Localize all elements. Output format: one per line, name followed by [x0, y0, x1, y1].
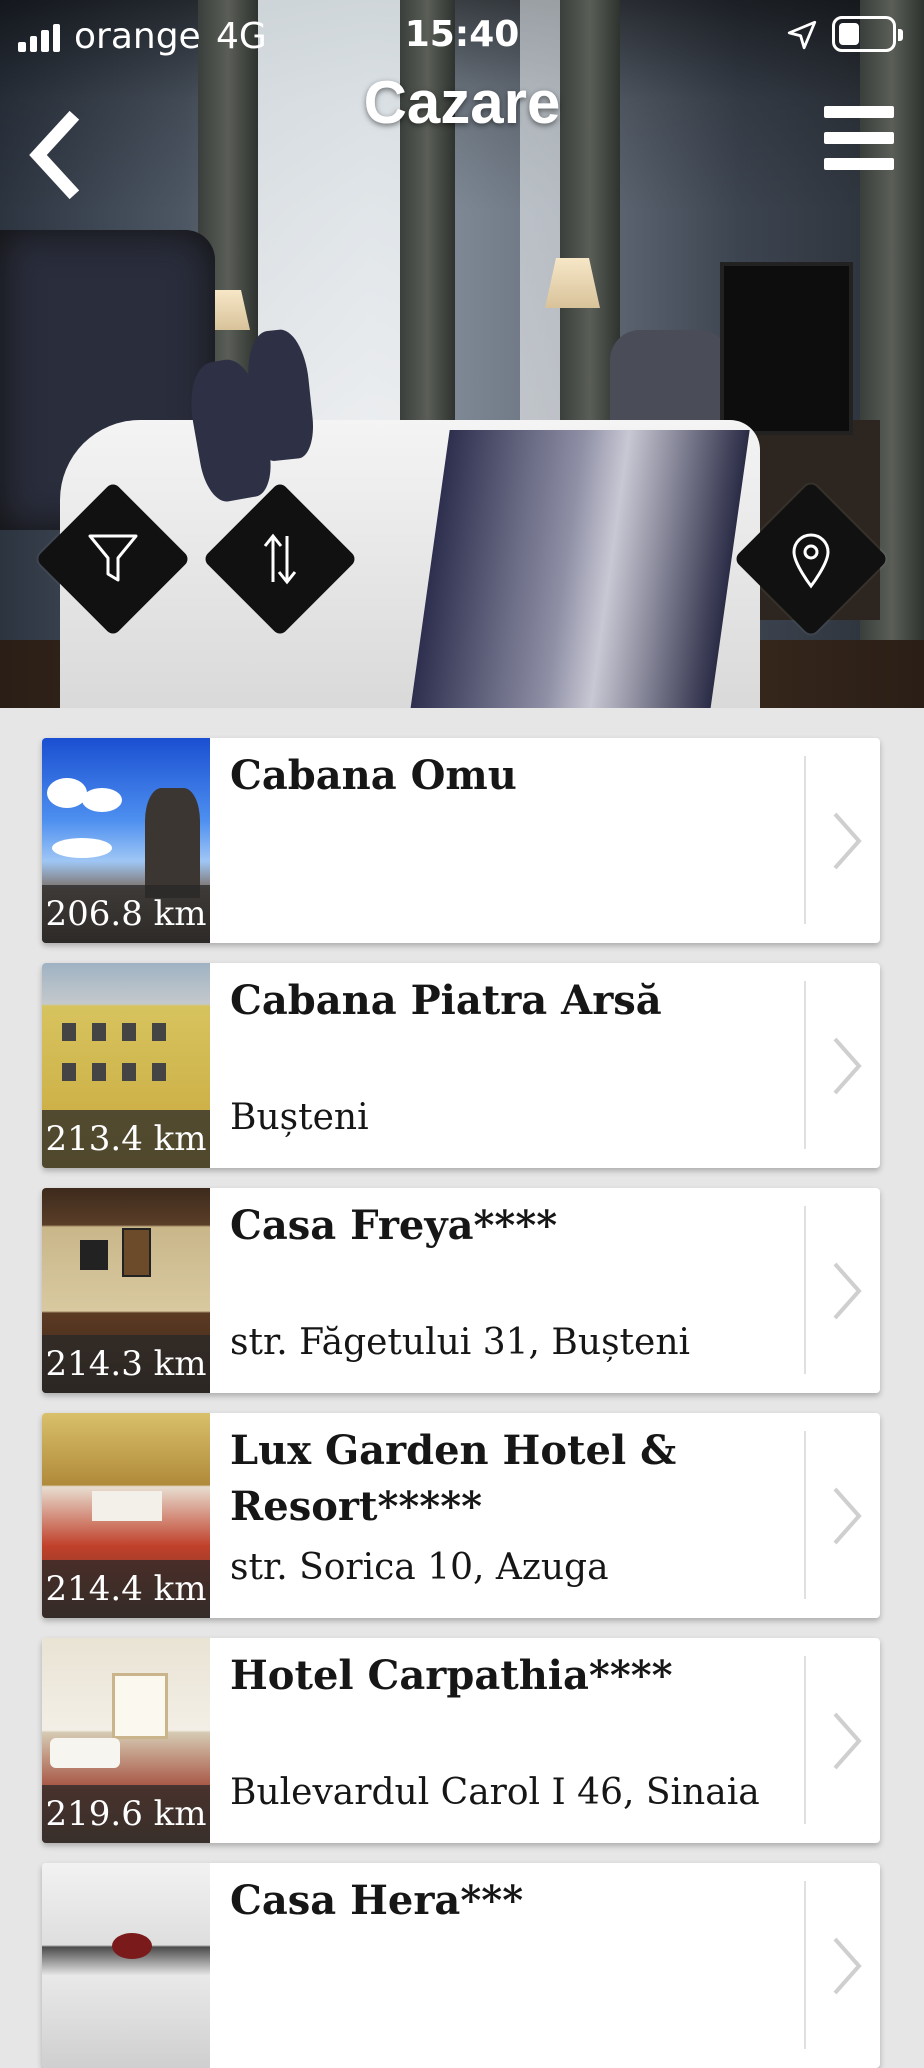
item-address: Bulevardul Carol I 46, Sinaia — [230, 1772, 760, 1813]
status-bar: orange 4G 15:40 — [0, 0, 924, 72]
thumbnail-image: 206.8 km — [42, 738, 210, 943]
filter-funnel-icon — [88, 534, 138, 582]
thumbnail-image: 219.6 km — [42, 1638, 210, 1843]
item-address: str. Sorica 10, Azuga — [230, 1547, 609, 1588]
chevron-right-icon — [833, 1262, 862, 1320]
distance-label: 206.8 km — [42, 885, 210, 943]
hamburger-menu-icon — [824, 106, 894, 118]
list-item[interactable]: 214.3 km Casa Freya**** str. Făgetului 3… — [42, 1188, 880, 1393]
list-item[interactable]: 219.6 km Hotel Carpathia**** Bulevardul … — [42, 1638, 880, 1843]
divider — [804, 981, 806, 1149]
thumbnail-image: 214.4 km — [42, 1413, 210, 1618]
battery-icon — [832, 16, 903, 52]
map-button[interactable] — [733, 481, 889, 637]
menu-button[interactable] — [820, 100, 900, 180]
chevron-right-icon — [833, 1487, 862, 1545]
item-address: str. Făgetului 31, Bușteni — [230, 1322, 691, 1363]
distance-label: 213.4 km — [42, 1110, 210, 1168]
map-pin-icon — [792, 533, 830, 589]
chevron-right-icon — [833, 812, 862, 870]
divider — [804, 1881, 806, 2049]
thumbnail-image — [42, 1863, 210, 2068]
list-item[interactable]: 206.8 km Cabana Omu — [42, 738, 880, 943]
item-address: Bușteni — [230, 1097, 369, 1138]
thumbnail-image: 213.4 km — [42, 963, 210, 1168]
chevron-right-icon — [833, 1037, 862, 1095]
distance-label: 219.6 km — [42, 1785, 210, 1843]
page-title: Cazare — [363, 69, 561, 136]
chevron-right-icon — [833, 1712, 862, 1770]
item-title: Cabana Omu — [230, 752, 517, 799]
distance-label: 214.3 km — [42, 1335, 210, 1393]
list-item[interactable]: 213.4 km Cabana Piatra Arsă Bușteni — [42, 963, 880, 1168]
item-title: Casa Freya**** — [230, 1202, 558, 1249]
divider — [804, 1206, 806, 1374]
list-item[interactable]: Casa Hera*** — [42, 1863, 880, 2068]
bed-throw — [410, 430, 750, 708]
item-title: Lux Garden Hotel & Resort***** — [230, 1427, 677, 1530]
location-arrow-icon — [787, 20, 817, 50]
list-item[interactable]: 214.4 km Lux Garden Hotel & Resort***** … — [42, 1413, 880, 1618]
item-title: Casa Hera*** — [230, 1877, 524, 1924]
television — [720, 262, 853, 435]
item-title: Cabana Piatra Arsă — [230, 977, 662, 1024]
distance-label: 214.4 km — [42, 1560, 210, 1618]
chevron-right-icon — [833, 1937, 862, 1995]
divider — [804, 1656, 806, 1824]
item-title: Hotel Carpathia**** — [230, 1652, 673, 1699]
divider — [804, 1431, 806, 1599]
filter-button[interactable] — [35, 481, 191, 637]
thumbnail-image: 214.3 km — [42, 1188, 210, 1393]
divider — [804, 756, 806, 924]
sort-button[interactable] — [202, 481, 358, 637]
sort-arrows-icon — [263, 533, 297, 585]
